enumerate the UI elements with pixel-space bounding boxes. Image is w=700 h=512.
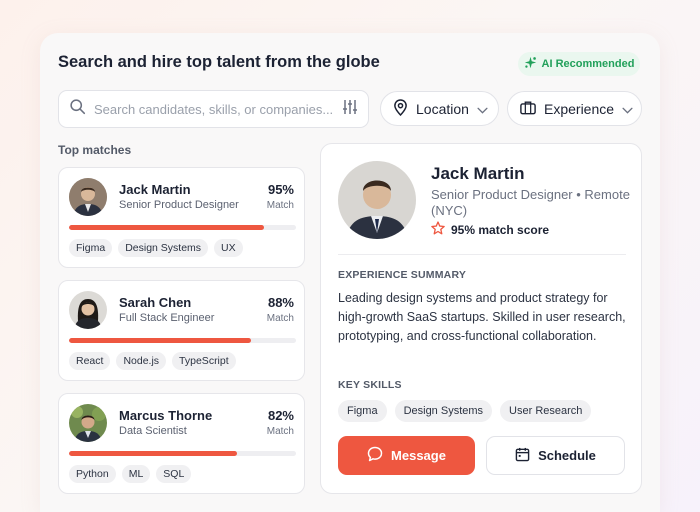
- ai-recommended-badge: AI Recommended: [518, 52, 640, 76]
- experience-summary: Leading design systems and product strat…: [338, 291, 626, 343]
- briefcase-icon: [520, 100, 536, 118]
- search-input[interactable]: [94, 101, 342, 117]
- search-box[interactable]: [58, 90, 369, 128]
- candidate-role: Senior Product Designer: [119, 199, 239, 211]
- candidate-role: Senior Product Designer • Remote (NYC): [431, 187, 630, 218]
- star-icon: [431, 221, 445, 238]
- chevron-down-icon: [622, 101, 633, 117]
- skill-tag: Design Systems: [394, 400, 493, 422]
- skill-tag: Design Systems: [118, 239, 209, 257]
- experience-filter-label: Experience: [544, 100, 615, 117]
- search-icon: [69, 98, 86, 120]
- skill-tag: TypeScript: [172, 352, 236, 370]
- match-label: Match: [266, 200, 294, 211]
- main-card: Search and hire top talent from the glob…: [40, 33, 660, 512]
- skill-tag: Figma: [338, 400, 387, 422]
- avatar: [69, 291, 107, 329]
- match-card-marcus-thorne[interactable]: Marcus Thorne Data Scientist 82% Match P…: [58, 393, 305, 494]
- skill-tag: Python: [69, 465, 116, 483]
- match-label: Match: [266, 313, 294, 324]
- match-card-sarah-chen[interactable]: Sarah Chen Full Stack Engineer 88% Match…: [58, 280, 305, 381]
- message-button-label: Message: [391, 448, 446, 463]
- candidate-role: Full Stack Engineer: [119, 312, 215, 324]
- skill-tag: Node.js: [116, 352, 167, 370]
- avatar: [69, 178, 107, 216]
- match-progress-bar: [69, 451, 296, 456]
- skill-tags: Python ML SQL: [69, 465, 192, 483]
- candidate-name: Jack Martin: [431, 164, 525, 183]
- match-card-jack-martin[interactable]: Jack Martin Senior Product Designer 95% …: [58, 167, 305, 268]
- map-pin-icon: [393, 98, 408, 119]
- location-filter-label: Location: [416, 100, 469, 117]
- calendar-icon: [515, 447, 530, 465]
- match-percent: 82%: [267, 408, 294, 423]
- skill-tag: UX: [214, 239, 243, 257]
- experience-filter[interactable]: Experience: [507, 91, 642, 126]
- experience-summary-label: EXPERIENCE SUMMARY: [338, 269, 467, 281]
- match-score: 95% match score: [431, 221, 549, 238]
- skill-tag: User Research: [500, 400, 592, 422]
- match-progress-fill: [69, 451, 237, 456]
- key-skills-label: KEY SKILLS: [338, 379, 402, 391]
- schedule-button-label: Schedule: [538, 448, 596, 463]
- message-button[interactable]: Message: [338, 436, 475, 475]
- match-progress-bar: [69, 338, 296, 343]
- match-percent: 88%: [267, 295, 294, 310]
- skill-tags: Figma Design Systems UX: [69, 239, 243, 257]
- skill-tag: SQL: [156, 465, 192, 483]
- avatar: [69, 404, 107, 442]
- schedule-button[interactable]: Schedule: [486, 436, 625, 475]
- ai-badge-label: AI Recommended: [541, 58, 635, 70]
- match-progress-bar: [69, 225, 296, 230]
- skill-tag: React: [69, 352, 111, 370]
- chat-bubble-icon: [367, 446, 383, 465]
- candidate-name: Jack Martin: [119, 182, 191, 197]
- divider: [338, 254, 626, 255]
- match-progress-fill: [69, 225, 265, 230]
- location-filter[interactable]: Location: [380, 91, 499, 126]
- skill-tag: Figma: [69, 239, 113, 257]
- skill-tag: ML: [121, 465, 151, 483]
- key-skills: Figma Design Systems User Research: [338, 400, 592, 422]
- candidate-name: Marcus Thorne: [119, 408, 213, 423]
- sliders-icon[interactable]: [342, 99, 358, 120]
- match-percent: 95%: [267, 182, 294, 197]
- skill-tags: React Node.js TypeScript: [69, 352, 236, 370]
- top-matches-label: Top matches: [58, 143, 132, 157]
- match-label: Match: [266, 426, 294, 437]
- match-score-label: 95% match score: [451, 222, 550, 237]
- match-progress-fill: [69, 338, 251, 343]
- avatar: [338, 161, 416, 239]
- candidate-role: Data Scientist: [119, 425, 187, 437]
- candidate-detail-panel: Jack Martin Senior Product Designer • Re…: [320, 143, 642, 494]
- chevron-down-icon: [477, 101, 488, 117]
- page-title: Search and hire top talent from the glob…: [58, 53, 380, 71]
- candidate-name: Sarah Chen: [119, 295, 192, 310]
- sparkle-icon: [524, 56, 537, 72]
